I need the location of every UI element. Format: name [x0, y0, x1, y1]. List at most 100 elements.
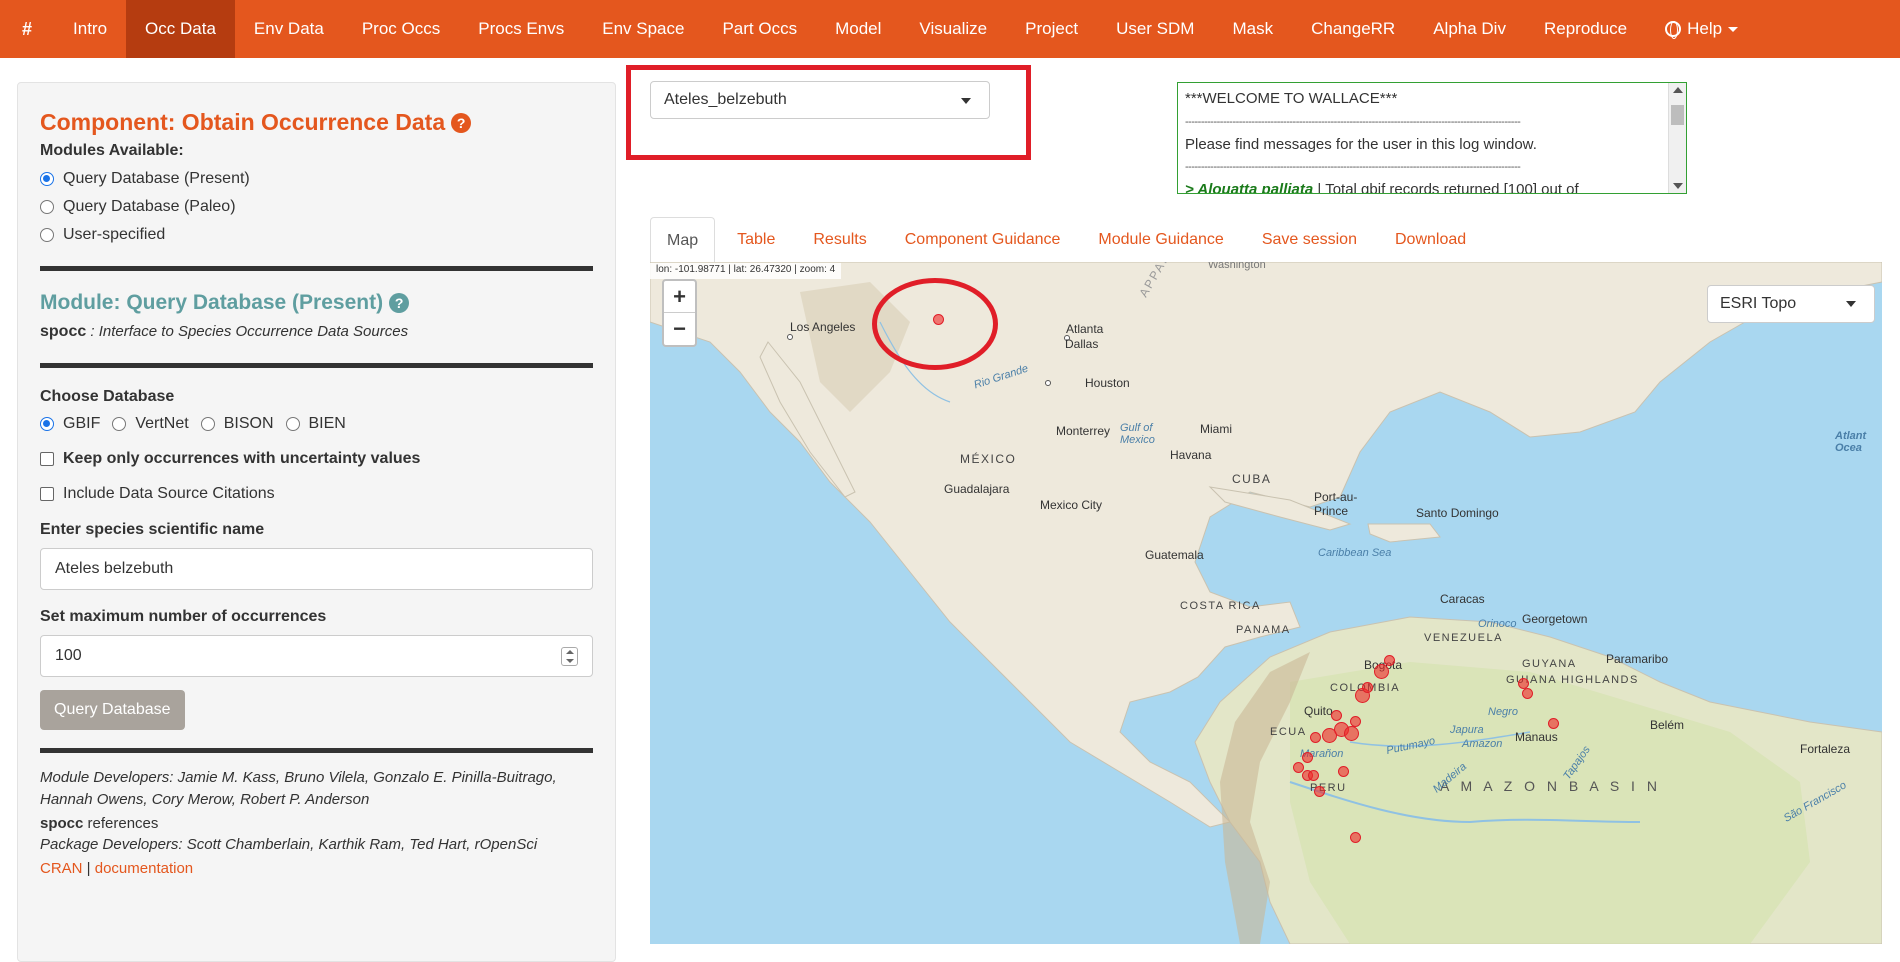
radio-icon[interactable]	[40, 200, 54, 214]
occurrence-point[interactable]	[1338, 766, 1349, 777]
nav-help[interactable]: Help	[1646, 0, 1757, 58]
occurrence-point[interactable]	[1314, 786, 1325, 797]
map-label-gulf-of-mexico: Gulf of Mexico	[1120, 422, 1155, 446]
log-window[interactable]: ***WELCOME TO WALLACE*** ---------------…	[1177, 82, 1687, 194]
radio-icon[interactable]	[285, 417, 300, 431]
caret-down-icon	[1728, 26, 1739, 32]
documentation-link[interactable]: documentation	[95, 860, 193, 877]
leaflet-map[interactable]: Washington APPALA Los Angeles Atlanta Da…	[650, 262, 1882, 944]
max-occurrences-input[interactable]: 100	[40, 635, 593, 677]
module-option-present[interactable]: Query Database (Present)	[40, 170, 593, 188]
uncertainty-checkbox-row[interactable]: Keep only occurrences with uncertainty v…	[40, 450, 593, 468]
occurrence-point[interactable]	[1344, 726, 1359, 741]
species-name-input[interactable]: Ateles belzebuth	[40, 548, 593, 590]
radio-icon[interactable]	[40, 228, 54, 242]
tab-table[interactable]: Table	[721, 217, 791, 262]
section-divider	[40, 363, 593, 368]
nav-env-data[interactable]: Env Data	[235, 0, 343, 58]
map-label-atlanta: Atlanta	[1066, 322, 1104, 336]
checkbox-icon[interactable]	[40, 487, 54, 501]
db-option-bison[interactable]: BISON	[200, 415, 274, 433]
max-occurrences-label: Set maximum number of occurrences	[40, 608, 327, 625]
db-option-vertnet[interactable]: VertNet	[112, 415, 189, 433]
tab-download[interactable]: Download	[1379, 217, 1482, 262]
choose-database-label: Choose Database	[40, 388, 175, 405]
map-label-fortaleza: Fortaleza	[1800, 742, 1851, 756]
radio-icon[interactable]	[40, 417, 54, 431]
radio-icon[interactable]	[200, 417, 215, 431]
caret-down-icon	[961, 98, 971, 104]
map-label-amazon-basin: A M A Z O N B A S I N	[1440, 778, 1661, 794]
basemap-select-dropdown[interactable]: ESRI Topo	[1707, 285, 1875, 323]
map-label-havana: Havana	[1170, 448, 1212, 462]
cran-link[interactable]: CRAN	[40, 860, 83, 877]
map-zoom-control: + −	[662, 279, 697, 347]
nav-user-sdm[interactable]: User SDM	[1097, 0, 1213, 58]
help-question-icon[interactable]: ?	[389, 293, 410, 313]
occurrence-point[interactable]	[1362, 682, 1373, 693]
tab-save-session[interactable]: Save session	[1246, 217, 1373, 262]
map-label-dallas: Dallas	[1065, 337, 1099, 351]
map-label-manaus: Manaus	[1515, 730, 1558, 744]
log-scrollbar[interactable]	[1668, 83, 1686, 193]
occurrence-point[interactable]	[1310, 732, 1321, 743]
map-label-cuba: CUBA	[1232, 472, 1272, 486]
db-option-gbif[interactable]: GBIF	[40, 415, 100, 433]
query-database-button[interactable]: Query Database	[40, 690, 185, 730]
nav-changerr[interactable]: ChangeRR	[1292, 0, 1414, 58]
highlight-annotation-circle	[872, 278, 998, 370]
module-option-paleo[interactable]: Query Database (Paleo)	[40, 198, 593, 216]
section-divider	[40, 266, 593, 271]
radio-icon[interactable]	[112, 417, 127, 431]
map-label-miami: Miami	[1200, 422, 1232, 436]
nav-reproduce[interactable]: Reproduce	[1525, 0, 1646, 58]
tab-component-guidance[interactable]: Component Guidance	[889, 217, 1077, 262]
nav-procs-envs[interactable]: Procs Envs	[459, 0, 583, 58]
zoom-out-button[interactable]: −	[664, 313, 695, 345]
tab-results[interactable]: Results	[797, 217, 882, 262]
checkbox-icon[interactable]	[40, 452, 54, 466]
number-spinner-icon[interactable]	[561, 647, 578, 666]
module-option-user[interactable]: User-specified	[40, 226, 593, 244]
component-title: Component: Obtain Occurrence Data ?	[40, 109, 593, 136]
help-question-icon[interactable]: ?	[451, 112, 472, 133]
brand-link[interactable]: #	[0, 0, 54, 58]
map-label-ecuador: ECUA	[1270, 726, 1307, 738]
occurrence-point[interactable]	[1331, 710, 1342, 721]
nav-occ-data[interactable]: Occ Data	[126, 0, 235, 58]
occurrence-point[interactable]	[1548, 718, 1559, 729]
zoom-in-button[interactable]: +	[664, 281, 695, 313]
nav-visualize[interactable]: Visualize	[900, 0, 1006, 58]
log-welcome: ***WELCOME TO WALLACE***	[1185, 90, 1398, 107]
city-marker	[1045, 380, 1051, 386]
nav-part-occs[interactable]: Part Occs	[703, 0, 816, 58]
log-separator: ----------------------------------------…	[1185, 161, 1521, 173]
radio-icon[interactable]	[40, 172, 54, 186]
nav-mask[interactable]: Mask	[1213, 0, 1292, 58]
nav-proc-occs[interactable]: Proc Occs	[343, 0, 459, 58]
db-option-bien[interactable]: BIEN	[285, 415, 346, 433]
occurrence-point[interactable]	[1308, 770, 1319, 781]
nav-intro[interactable]: Intro	[54, 0, 126, 58]
map-label-los-angeles: Los Angeles	[790, 320, 856, 334]
nav-alpha-div[interactable]: Alpha Div	[1414, 0, 1525, 58]
nav-project[interactable]: Project	[1006, 0, 1097, 58]
map-basemap-graphic	[650, 262, 1882, 944]
map-coordinates-readout: lon: -101.98771 | lat: 26.47320 | zoom: …	[650, 263, 842, 279]
map-label-monterrey: Monterrey	[1056, 424, 1111, 438]
map-label-orinoco: Orinoco	[1478, 618, 1517, 630]
map-label-belem: Belém	[1650, 718, 1685, 732]
nav-model[interactable]: Model	[816, 0, 900, 58]
occurrence-point[interactable]	[1522, 688, 1533, 699]
occurrence-point[interactable]	[1374, 664, 1389, 679]
citations-checkbox-row[interactable]: Include Data Source Citations	[40, 485, 593, 503]
nav-env-space[interactable]: Env Space	[583, 0, 703, 58]
package-links: CRAN | documentation	[40, 860, 194, 877]
tab-module-guidance[interactable]: Module Guidance	[1082, 217, 1239, 262]
log-entry: > Alouatta palliata | Total gbif records…	[1185, 181, 1579, 194]
occurrence-point[interactable]	[1350, 832, 1361, 843]
map-label-negro: Negro	[1488, 706, 1518, 718]
tab-map[interactable]: Map	[650, 217, 716, 264]
species-select-dropdown[interactable]: Ateles_belzebuth	[650, 81, 990, 119]
occurrence-point[interactable]	[1302, 752, 1313, 763]
